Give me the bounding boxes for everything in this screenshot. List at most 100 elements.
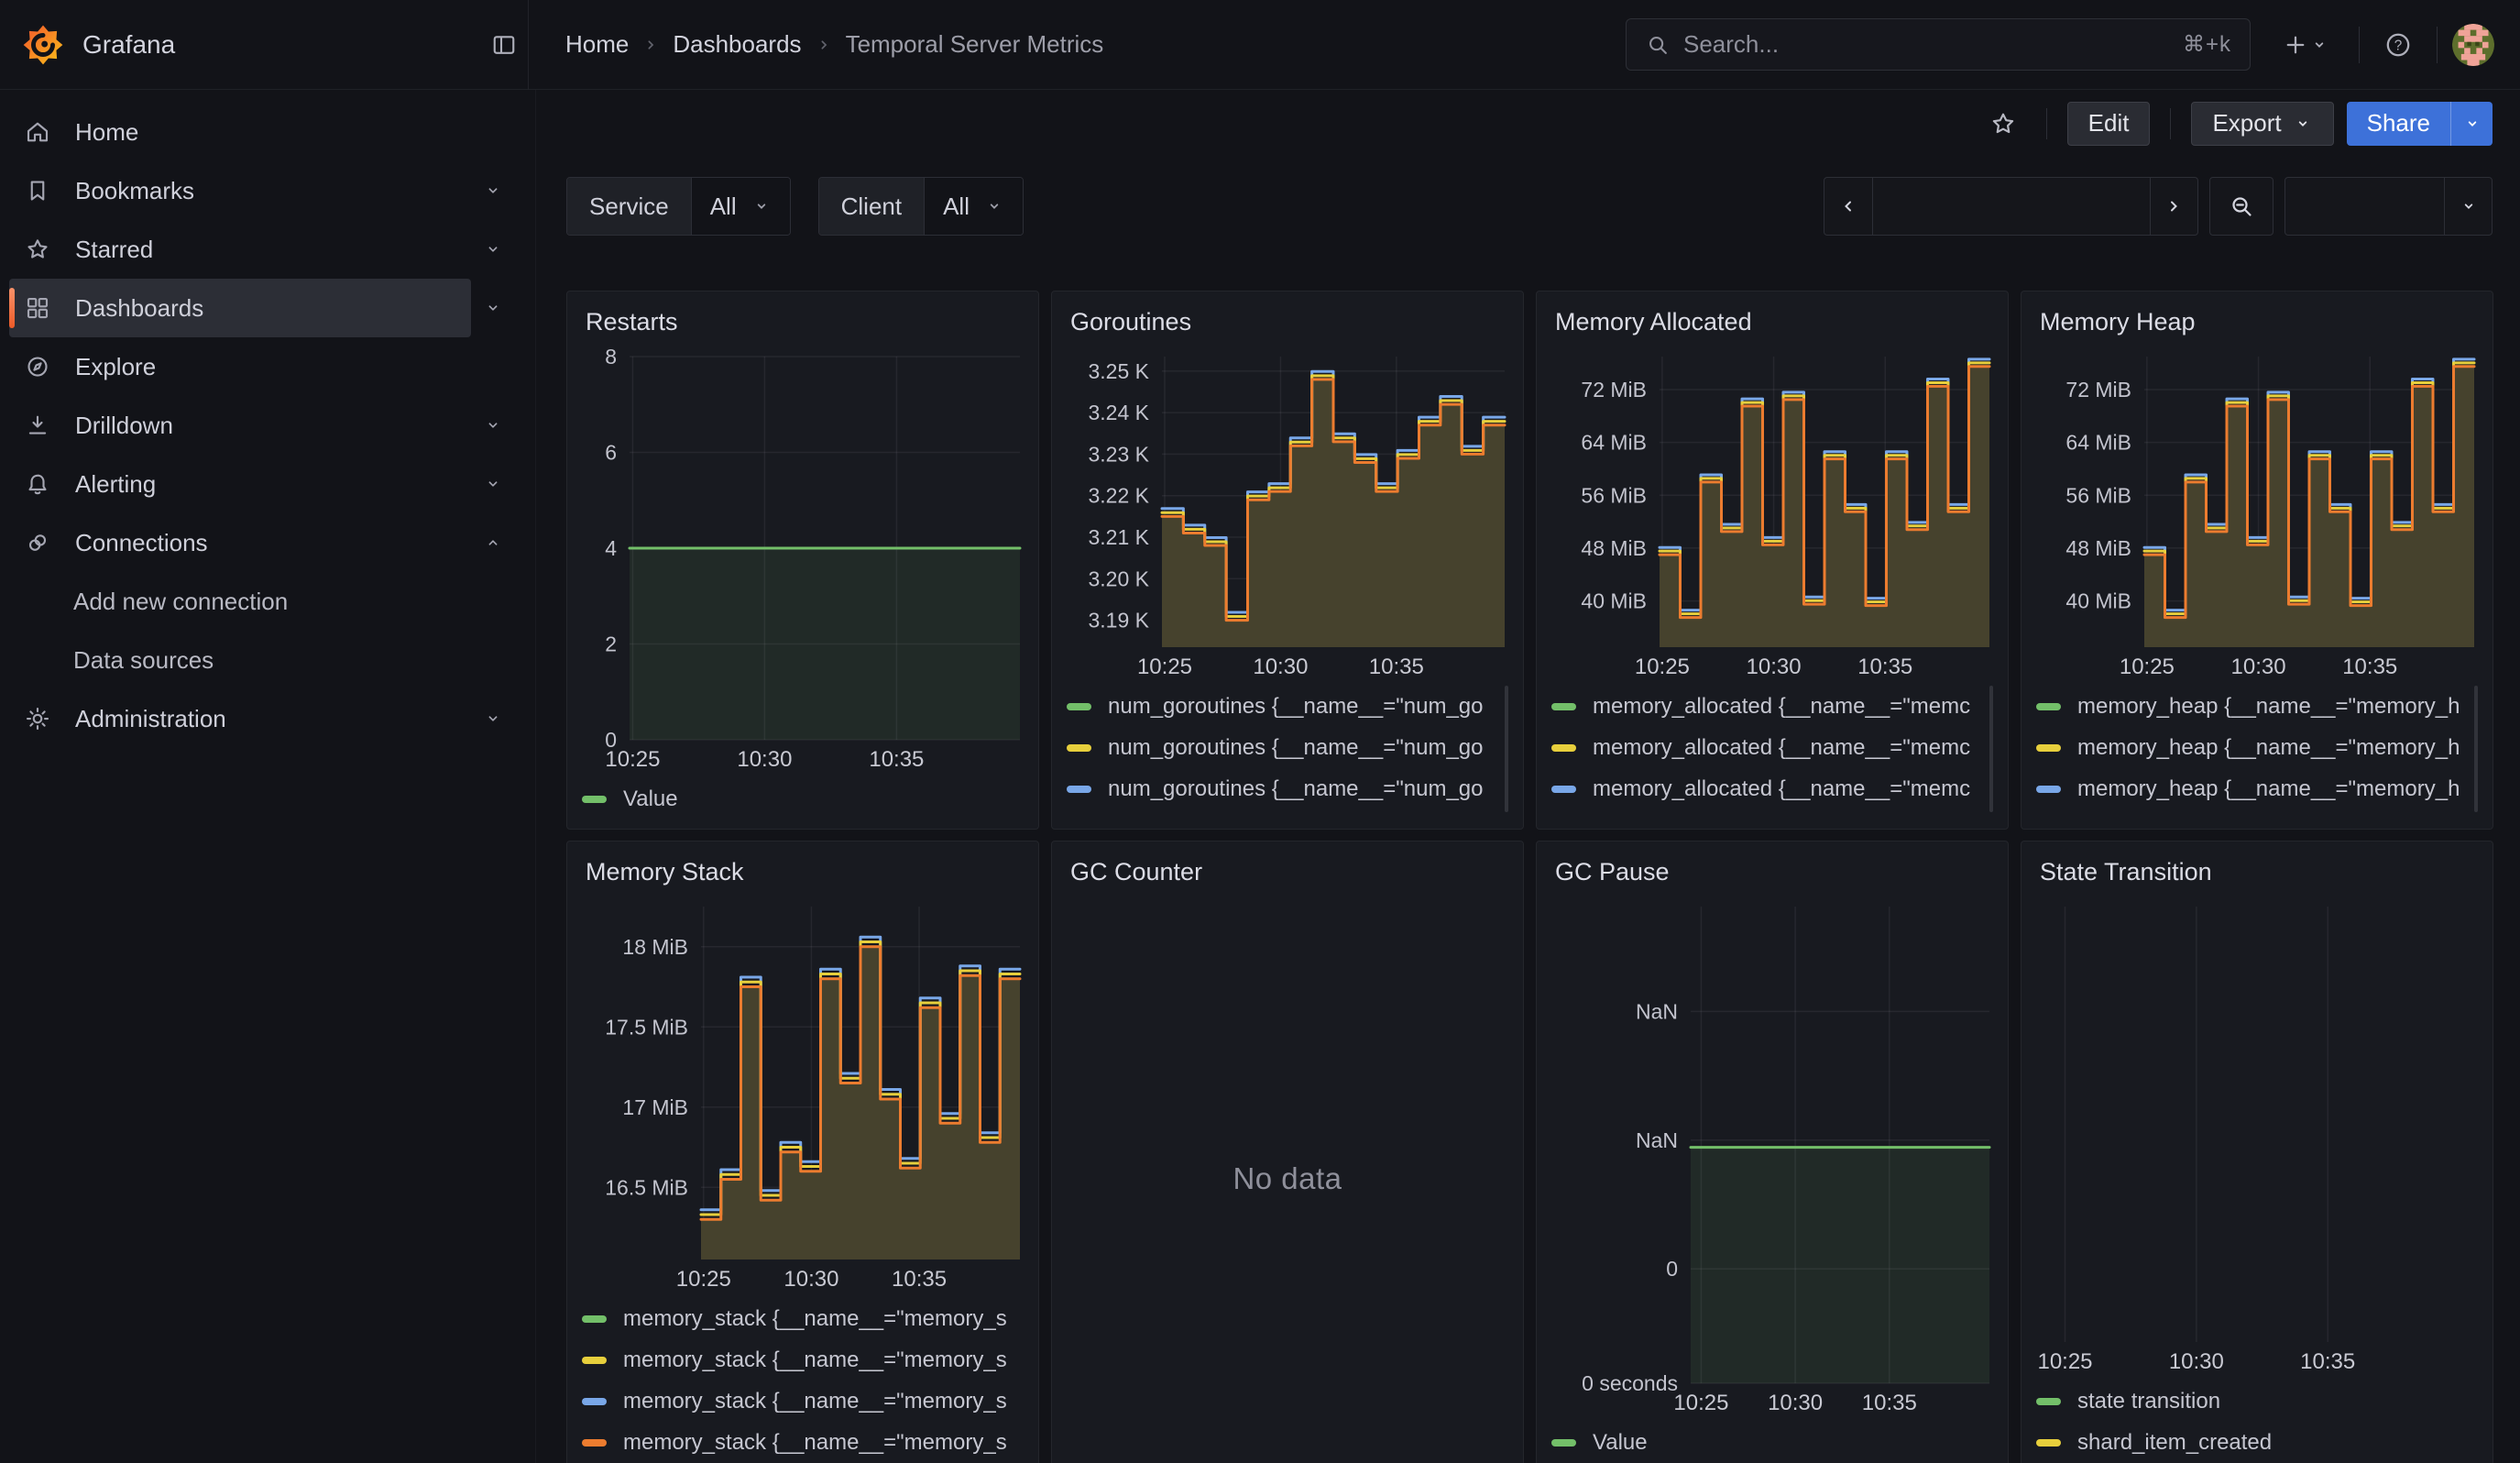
sidebar-link-dashboards[interactable]: Dashboards (9, 279, 471, 337)
bell-icon (22, 470, 53, 498)
series-label[interactable]: memory_stack {__name__="memory_s (623, 1430, 1007, 1456)
chart-canvas: 40 MiB48 MiB56 MiB64 MiB72 MiB10:2510:30… (1551, 347, 1993, 680)
header-right: ? (2267, 21, 2494, 69)
series-label[interactable]: Value (623, 786, 678, 812)
sidebar-link-bookmarks[interactable]: Bookmarks (9, 161, 471, 220)
legend-item: memory_stack {__name__="memory_s (582, 1380, 1024, 1422)
sidebar-link-drilldown[interactable]: Drilldown (9, 396, 471, 455)
svg-text:10:35: 10:35 (1369, 654, 1424, 679)
panel-legend: Value (1551, 1416, 1993, 1459)
svg-text:10:30: 10:30 (2231, 654, 2286, 679)
service-filter-value[interactable]: All (691, 178, 790, 235)
sidebar-expand-administration-button[interactable] (471, 697, 515, 741)
series-label[interactable]: shard_item_created (2077, 1430, 2272, 1456)
panel-legend: num_goroutines {__name__="num_go num_goro… (1067, 680, 1508, 816)
series-label[interactable]: memory_allocated {__name__="memc (1593, 694, 1970, 720)
panel-title[interactable]: Restarts (582, 304, 1024, 347)
sidebar-link-add-new-connection[interactable]: Add new connection (9, 572, 515, 631)
sidebar-expand-dashboards-button[interactable] (471, 286, 515, 330)
panel-title[interactable]: GC Counter (1067, 854, 1508, 897)
series-label[interactable]: memory_stack {__name__="memory_s (623, 1348, 1007, 1373)
favorite-button[interactable] (1980, 101, 2026, 147)
series-label[interactable]: state transition (2077, 1389, 2220, 1414)
series-label[interactable]: memory_stack {__name__="memory_s (623, 1306, 1007, 1332)
share-button[interactable]: Share (2347, 102, 2450, 146)
panel-grid: Restarts0246810:2510:3010:35ValueGorouti… (566, 291, 2493, 1463)
refresh-button[interactable]: Refresh (2285, 178, 2444, 236)
legend-scrollbar[interactable] (1505, 686, 1508, 812)
sidebar-expand-connections-button[interactable] (471, 521, 515, 565)
help-button[interactable]: ? (2374, 21, 2422, 69)
edit-button[interactable]: Edit (2067, 102, 2151, 146)
refresh-interval-button[interactable] (2444, 178, 2492, 235)
panel-title[interactable]: Memory Stack (582, 854, 1024, 897)
time-range-group: Last 15 minutes (1824, 177, 2198, 236)
sidebar-link-connections[interactable]: Connections (9, 513, 471, 572)
series-label[interactable]: memory_heap {__name__="memory_h (2077, 694, 2460, 720)
chart-memory-heap: 40 MiB48 MiB56 MiB64 MiB72 MiB10:2510:30… (2036, 347, 2478, 680)
plug-icon (22, 529, 53, 556)
series-label[interactable]: num_goroutines {__name__="num_go (1108, 735, 1484, 761)
series-label[interactable]: memory_allocated {__name__="memc (1593, 735, 1970, 761)
series-label[interactable]: memory_allocated {__name__="memc (1593, 776, 1970, 802)
breadcrumb-dashboards[interactable]: Dashboards (673, 30, 801, 59)
series-label[interactable]: memory_heap {__name__="memory_h (2077, 776, 2460, 802)
legend-scrollbar[interactable] (1989, 686, 1993, 812)
compass-icon (22, 353, 53, 380)
series-label[interactable]: Value (1593, 1430, 1648, 1456)
chevron-down-icon (482, 473, 504, 495)
svg-text:56 MiB: 56 MiB (1581, 483, 1647, 507)
sidebar-link-starred[interactable]: Starred (9, 220, 471, 279)
sidebar-item-label: Home (75, 118, 138, 147)
series-label[interactable]: num_goroutines {__name__="num_go (1108, 694, 1484, 720)
series-color-swatch (582, 1439, 607, 1446)
svg-text:10:30: 10:30 (1747, 654, 1802, 679)
search-box[interactable]: ⌘+k (1626, 18, 2251, 71)
sidebar-toggle-button[interactable] (480, 21, 528, 69)
sidebar-expand-starred-button[interactable] (471, 227, 515, 271)
sidebar-link-data-sources[interactable]: Data sources (9, 631, 515, 689)
sidebar-item-label: Administration (75, 705, 226, 733)
add-button[interactable] (2267, 21, 2344, 69)
user-avatar[interactable] (2452, 24, 2494, 66)
sidebar-item-label: Explore (75, 353, 156, 381)
panel-title[interactable]: State Transition (2036, 854, 2478, 897)
breadcrumb-home[interactable]: Home (565, 30, 629, 59)
share-menu-button[interactable] (2450, 102, 2493, 146)
zoom-out-button[interactable] (2209, 177, 2273, 236)
sidebar-link-home[interactable]: Home (9, 103, 515, 161)
legend-item: num_goroutines {__name__="num_go (1067, 686, 1508, 727)
sidebar-expand-alerting-button[interactable] (471, 462, 515, 506)
client-filter-value[interactable]: All (924, 178, 1023, 235)
time-shift-back-button[interactable] (1824, 178, 1872, 235)
panel-title[interactable]: GC Pause (1551, 854, 1993, 897)
export-button[interactable]: Export (2191, 102, 2333, 146)
star-icon (22, 236, 53, 263)
legend-scrollbar[interactable] (2474, 686, 2478, 812)
sidebar: Home BookmarksStarredDashboards Explore Dri… (0, 90, 535, 1463)
time-shift-forward-button[interactable] (2150, 178, 2197, 235)
svg-text:16.5 MiB: 16.5 MiB (605, 1175, 688, 1199)
panel-title[interactable]: Memory Heap (2036, 304, 2478, 347)
sidebar-item-alerting: Alerting (9, 455, 515, 513)
sidebar-link-administration[interactable]: Administration (9, 689, 471, 748)
series-label[interactable]: memory_heap {__name__="memory_h (2077, 735, 2460, 761)
sidebar-expand-bookmarks-button[interactable] (471, 169, 515, 213)
sidebar-expand-drilldown-button[interactable] (471, 403, 515, 447)
series-label[interactable]: memory_stack {__name__="memory_s (623, 1389, 1007, 1414)
sidebar-link-explore[interactable]: Explore (9, 337, 515, 396)
breadcrumb-current: Temporal Server Metrics (846, 30, 1104, 59)
svg-text:10:25: 10:25 (1137, 654, 1192, 679)
svg-text:64 MiB: 64 MiB (1581, 431, 1647, 455)
svg-text:18 MiB: 18 MiB (622, 935, 688, 959)
search-input[interactable] (1683, 30, 2170, 59)
chart-memory-stack: 16.5 MiB17 MiB17.5 MiB18 MiB10:2510:3010… (582, 897, 1024, 1292)
sidebar-item-administration: Administration (9, 689, 515, 748)
time-range-picker[interactable]: Last 15 minutes (1872, 178, 2150, 236)
share-split-button: Share (2347, 102, 2493, 146)
panel-title[interactable]: Memory Allocated (1551, 304, 1993, 347)
panel-title[interactable]: Goroutines (1067, 304, 1508, 347)
sidebar-link-alerting[interactable]: Alerting (9, 455, 471, 513)
svg-text:10:30: 10:30 (737, 747, 792, 772)
series-label[interactable]: num_goroutines {__name__="num_go (1108, 776, 1484, 802)
